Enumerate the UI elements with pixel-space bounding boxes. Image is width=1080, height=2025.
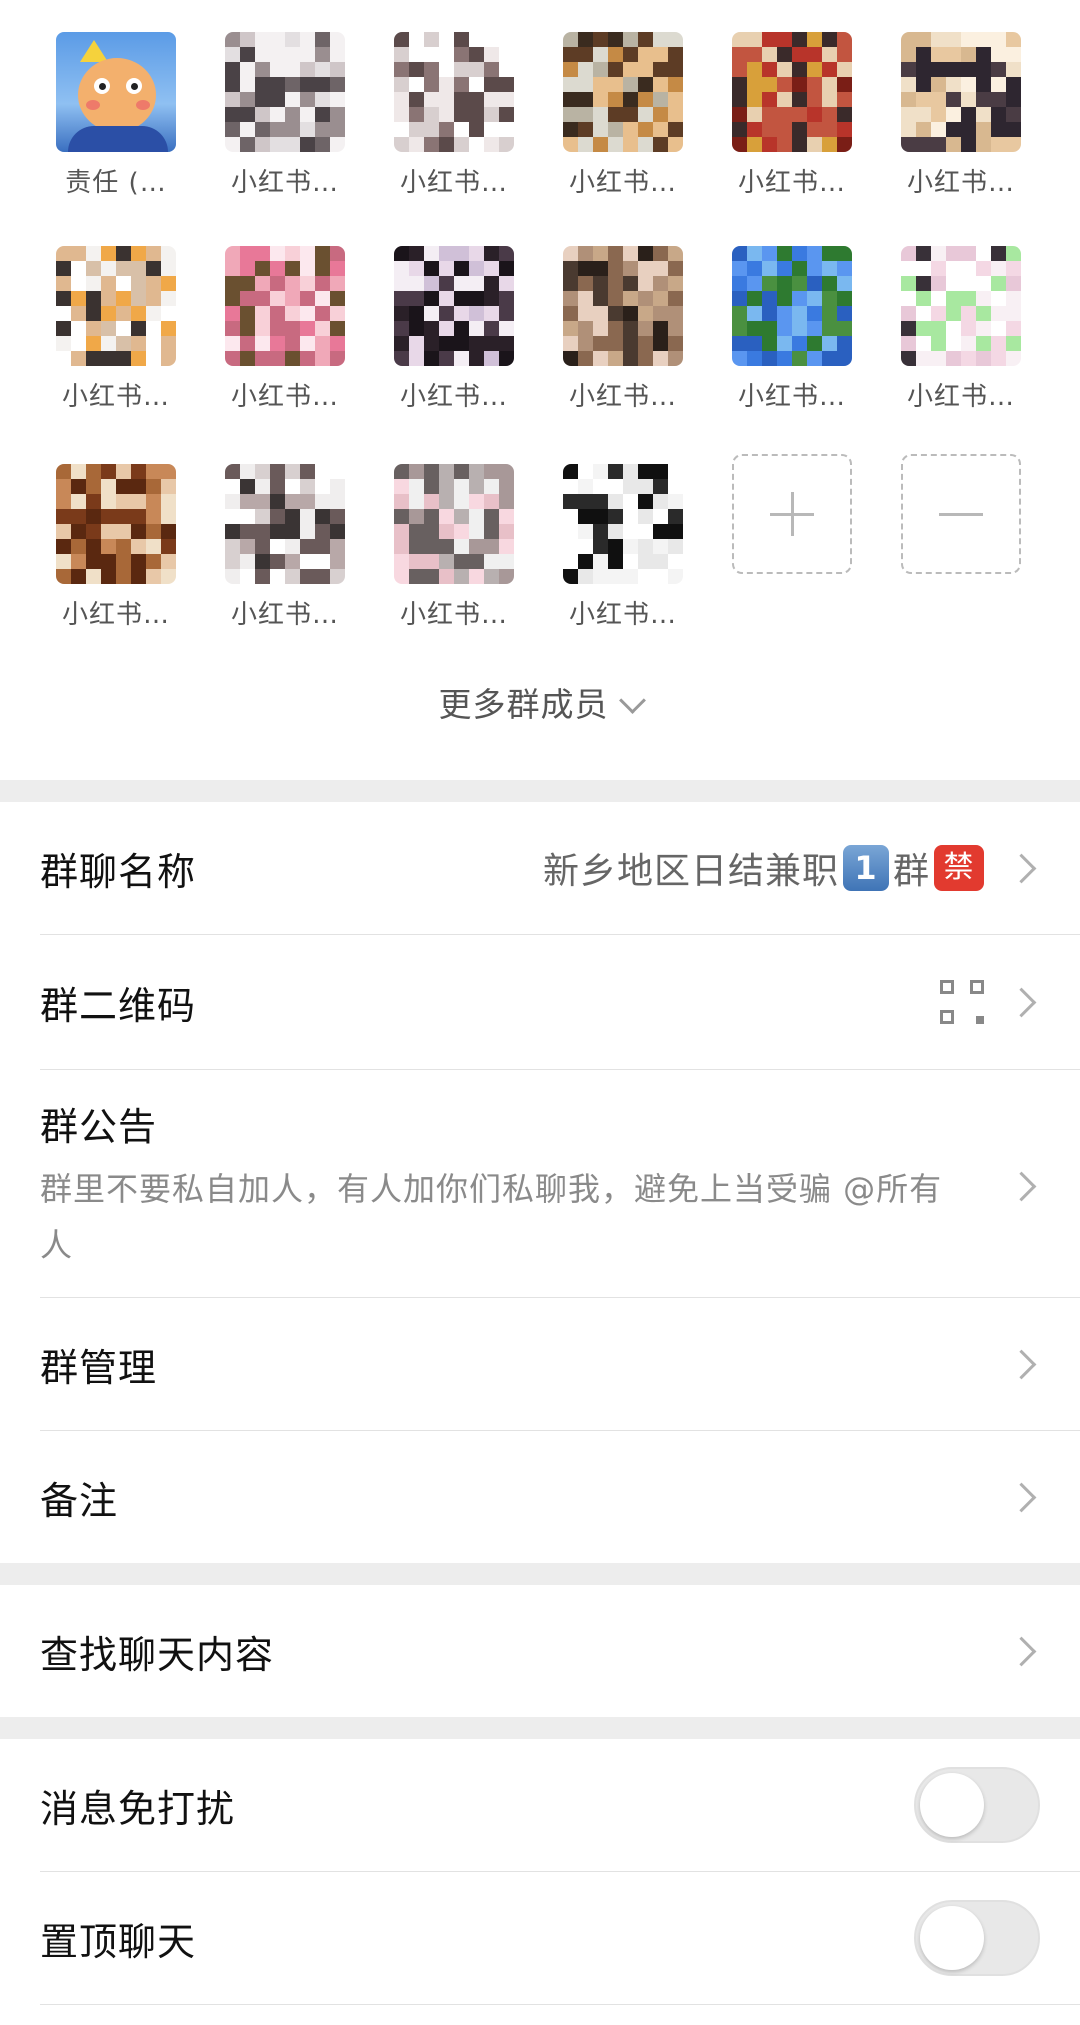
chevron-right-icon — [1006, 853, 1037, 883]
member-name: 小红书… — [568, 168, 677, 198]
add-member-button[interactable] — [707, 454, 877, 574]
chevron-down-icon — [618, 687, 646, 714]
member-avatar — [563, 32, 683, 152]
remark-row[interactable]: 备注 — [40, 1431, 1080, 1563]
pin-label: 置顶聊天 — [40, 1919, 197, 1964]
group-name-label: 群聊名称 — [40, 849, 197, 894]
member-avatar — [901, 246, 1021, 366]
member-avatar — [394, 464, 514, 584]
member-avatar — [563, 464, 683, 584]
member-item[interactable]: 小红书… — [707, 32, 877, 199]
mute-row: 消息免打扰 — [40, 1739, 1080, 1872]
member-avatar — [901, 32, 1021, 152]
chevron-right-icon — [1006, 987, 1037, 1017]
member-avatar — [732, 32, 852, 152]
member-item[interactable]: 责任 (… — [31, 32, 201, 199]
member-item[interactable]: 小红书… — [200, 32, 370, 199]
remark-label: 备注 — [40, 1478, 119, 1523]
member-item[interactable]: 小红书… — [369, 246, 539, 413]
group-name-row[interactable]: 群聊名称 新乡地区日结兼职 1 群 禁 — [40, 802, 1080, 935]
search-chat-label: 查找聊天内容 — [40, 1632, 275, 1677]
group-settings: 群聊名称 新乡地区日结兼职 1 群 禁 群二维码 群公告 群里不要私自加人，有人… — [0, 802, 1080, 1563]
search-chat-row[interactable]: 查找聊天内容 — [40, 1585, 1080, 1717]
chevron-right-icon — [1006, 1482, 1037, 1512]
member-name: 小红书… — [61, 600, 170, 630]
member-avatar — [225, 464, 345, 584]
member-name: 小红书… — [737, 168, 846, 198]
chevron-right-icon — [1006, 1171, 1037, 1202]
member-avatar — [225, 32, 345, 152]
member-name: 小红书… — [230, 600, 339, 630]
member-name: 小红书… — [399, 382, 508, 412]
number-badge: 1 — [842, 845, 889, 891]
group-name-value: 新乡地区日结兼职 1 群 禁 — [543, 842, 984, 894]
member-item[interactable]: 小红书… — [876, 246, 1046, 413]
member-item[interactable]: 小红书… — [31, 246, 201, 413]
qr-code-label: 群二维码 — [40, 983, 197, 1028]
mute-toggle[interactable] — [914, 1767, 1040, 1843]
member-item[interactable]: 小红书… — [200, 246, 370, 413]
forbidden-badge: 禁 — [934, 845, 984, 891]
pin-row: 置顶聊天 — [40, 1872, 1080, 2005]
group-name-suffix: 群 — [892, 851, 930, 892]
member-item[interactable]: 小红书… — [369, 464, 539, 631]
member-item[interactable]: 小红书… — [31, 464, 201, 631]
member-item[interactable]: 小红书… — [369, 32, 539, 199]
notice-row[interactable]: 群公告 群里不要私自加人，有人加你们私聊我，避免上当受骗 @所有人 — [40, 1070, 1080, 1298]
member-name: 小红书… — [906, 382, 1015, 412]
next-row — [40, 2005, 1080, 2025]
group-name-text: 新乡地区日结兼职 — [542, 851, 839, 892]
qr-code-icon — [940, 980, 984, 1024]
member-name: 小红书… — [230, 168, 339, 198]
member-item[interactable]: 小红书… — [876, 32, 1046, 199]
qr-code-value — [940, 980, 984, 1024]
member-grid: 责任 (… 小红书… 小红书… 小红书… 小红书… 小红书… 小红书… 小红书…… — [0, 0, 1080, 780]
member-name: 小红书… — [399, 600, 508, 630]
group-manage-row[interactable]: 群管理 — [40, 1298, 1080, 1431]
member-item[interactable]: 小红书… — [538, 246, 708, 413]
qr-code-row[interactable]: 群二维码 — [40, 935, 1080, 1070]
member-avatar — [56, 32, 176, 152]
member-avatar — [394, 32, 514, 152]
member-avatar — [563, 246, 683, 366]
mute-label: 消息免打扰 — [40, 1786, 236, 1831]
member-avatar — [56, 246, 176, 366]
member-name: 小红书… — [399, 168, 508, 198]
minus-icon — [939, 513, 983, 516]
chevron-right-icon — [1006, 1349, 1037, 1379]
member-name: 小红书… — [906, 168, 1015, 198]
member-item[interactable]: 小红书… — [538, 464, 708, 631]
member-name: 小红书… — [230, 382, 339, 412]
search-group: 查找聊天内容 — [0, 1585, 1080, 1717]
member-name: 小红书… — [737, 382, 846, 412]
member-item[interactable]: 小红书… — [200, 464, 370, 631]
remove-member-button[interactable] — [876, 454, 1046, 574]
member-name: 小红书… — [568, 600, 677, 630]
member-avatar — [732, 246, 852, 366]
member-avatar — [56, 464, 176, 584]
notice-label: 群公告 — [40, 1105, 158, 1149]
member-name: 小红书… — [61, 382, 170, 412]
member-item[interactable]: 小红书… — [707, 246, 877, 413]
member-name: 小红书… — [568, 382, 677, 412]
more-members-label: 更多群成员 — [438, 685, 609, 724]
member-item[interactable]: 小红书… — [538, 32, 708, 199]
chevron-right-icon — [1006, 1636, 1037, 1666]
pin-toggle[interactable] — [914, 1900, 1040, 1976]
member-name: 责任 (… — [65, 168, 167, 198]
group-manage-label: 群管理 — [40, 1345, 158, 1390]
toggle-group: 消息免打扰 置顶聊天 — [0, 1739, 1080, 2025]
member-avatar — [394, 246, 514, 366]
more-members-button[interactable]: 更多群成员 — [0, 678, 1080, 726]
notice-content: 群里不要私自加人，有人加你们私聊我，避免上当受骗 @所有人 — [40, 1170, 943, 1264]
member-avatar — [225, 246, 345, 366]
